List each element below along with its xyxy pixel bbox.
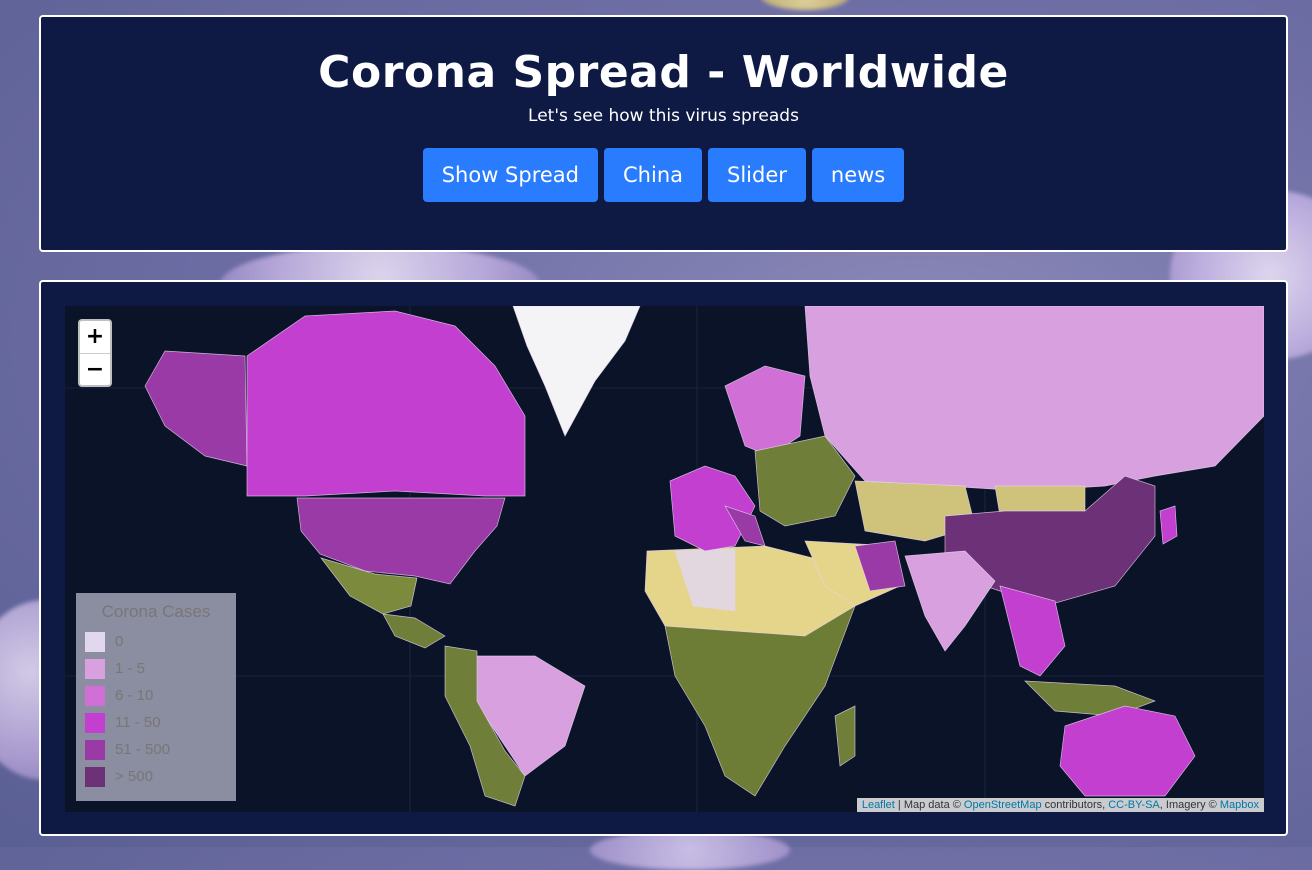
zoom-out-button[interactable]: − xyxy=(80,353,110,386)
map-legend: Corona Cases 0 1 - 5 6 - 10 11 - 50 51 -… xyxy=(76,593,236,801)
legend-title: Corona Cases xyxy=(101,602,211,621)
legend-item: 0 xyxy=(76,628,236,655)
legend-swatch xyxy=(85,685,105,706)
map-canvas xyxy=(65,306,1264,812)
leaflet-link[interactable]: Leaflet xyxy=(862,799,895,811)
button-row: Show Spread China Slider news xyxy=(41,148,1286,202)
page-title: Corona Spread - Worldwide xyxy=(318,47,1009,98)
legend-label: 0 xyxy=(115,633,124,650)
show-spread-button[interactable]: Show Spread xyxy=(422,148,599,202)
legend-swatch xyxy=(85,766,105,787)
legend-label: > 500 xyxy=(115,768,153,785)
attribution-text: , Imagery © xyxy=(1159,799,1220,811)
legend-swatch xyxy=(85,631,105,652)
header-panel: Corona Spread - Worldwide Let's see how … xyxy=(39,15,1288,252)
virus-background-blob xyxy=(760,0,850,10)
legend-label: 6 - 10 xyxy=(115,687,154,704)
legend-item: 6 - 10 xyxy=(76,682,236,709)
legend-label: 51 - 500 xyxy=(115,741,171,758)
legend-swatch xyxy=(85,712,105,733)
legend-item: 11 - 50 xyxy=(76,709,236,736)
zoom-control: + − xyxy=(78,319,112,387)
china-button[interactable]: China xyxy=(604,148,703,202)
legend-item: 1 - 5 xyxy=(76,655,236,682)
legend-label: 1 - 5 xyxy=(115,660,146,677)
virus-background-blob xyxy=(590,830,790,870)
legend-swatch xyxy=(85,658,105,679)
page-subtitle: Let's see how this virus spreads xyxy=(528,106,799,126)
openstreetmap-link[interactable]: OpenStreetMap xyxy=(964,799,1042,811)
mapbox-link[interactable]: Mapbox xyxy=(1220,799,1259,811)
map-attribution: Leaflet | Map data © OpenStreetMap contr… xyxy=(856,798,1264,812)
map-panel: + − Corona Cases 0 1 - 5 6 - 10 11 - 50 xyxy=(39,280,1288,836)
zoom-in-button[interactable]: + xyxy=(80,321,110,353)
license-link[interactable]: CC-BY-SA xyxy=(1108,799,1160,811)
slider-button[interactable]: Slider xyxy=(708,148,806,202)
world-map[interactable]: + − Corona Cases 0 1 - 5 6 - 10 11 - 50 xyxy=(65,306,1264,812)
news-button[interactable]: news xyxy=(811,148,905,202)
country-russia xyxy=(804,306,1264,492)
legend-label: 11 - 50 xyxy=(115,714,161,731)
legend-item: 51 - 500 xyxy=(76,736,236,763)
attribution-text: | Map data © xyxy=(894,799,964,811)
legend-item: > 500 xyxy=(76,763,236,790)
attribution-text: contributors, xyxy=(1041,799,1109,811)
legend-swatch xyxy=(85,739,105,760)
